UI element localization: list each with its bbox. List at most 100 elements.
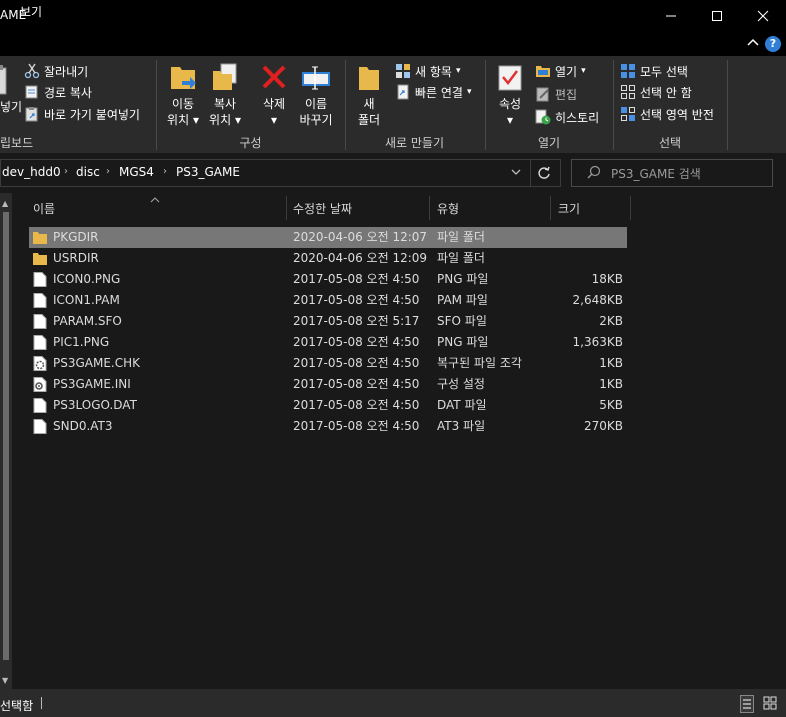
column-divider[interactable]: [550, 196, 551, 220]
file-date: 2017-05-08 오전 4:50: [293, 335, 420, 349]
file-size: 1KB: [599, 356, 623, 370]
new-folder-button[interactable]: 새 폴더: [352, 60, 386, 128]
select-all-button[interactable]: 모두 선택: [620, 61, 688, 81]
help-icon[interactable]: ?: [765, 36, 781, 52]
move-to-label-1: 이동: [171, 97, 195, 111]
file-row[interactable]: USRDIR 2020-04-06 오전 12:09 파일 폴더: [29, 248, 627, 269]
copy-to-label-1: 복사: [213, 97, 237, 111]
scroll-down-icon[interactable]: ▼: [2, 676, 8, 685]
file-row[interactable]: SND0.AT3 2017-05-08 오전 4:50 AT3 파일 270KB: [29, 416, 627, 437]
column-header-type[interactable]: 유형: [437, 196, 547, 220]
paste-shortcut-button[interactable]: 바로 가기 붙여넣기: [24, 104, 140, 124]
breadcrumb-disc[interactable]: disc: [76, 165, 100, 179]
file-row[interactable]: PS3GAME.CHK 2017-05-08 오전 4:50 복구된 파일 조각 1K…: [29, 353, 627, 374]
new-item-label: 새 항목: [415, 64, 452, 79]
new-item-button[interactable]: 새 항목 ▾: [395, 61, 460, 81]
paste-button-label[interactable]: 넣기: [0, 98, 22, 115]
copy-to-icon: [209, 60, 241, 94]
breadcrumb-dev-hdd0[interactable]: dev_hdd0: [2, 165, 61, 179]
organize-group-label: 구성: [239, 136, 262, 150]
history-button[interactable]: 히스토리: [535, 107, 599, 127]
file-row[interactable]: PARAM.SFO 2017-05-08 오전 5:17 SFO 파일 2KB: [29, 311, 627, 332]
file-name: PS3LOGO.DAT: [53, 398, 137, 412]
invert-selection-button[interactable]: 선택 영역 반전: [620, 104, 714, 124]
file-name: ICON1.PAM: [53, 293, 120, 307]
copy-path-button[interactable]: 경로 복사: [24, 82, 92, 102]
address-dropdown-button[interactable]: [510, 166, 522, 180]
file-size: 2KB: [599, 314, 623, 328]
minimize-button[interactable]: [648, 0, 694, 32]
search-placeholder: PS3_GAME 검색: [611, 167, 701, 181]
file-type: PAM 파일: [437, 293, 488, 307]
ribbon-separator: [727, 60, 728, 150]
properties-button[interactable]: 속성 ▾: [493, 60, 527, 128]
column-divider[interactable]: [286, 196, 287, 220]
new-folder-label-2: 폴더: [357, 113, 381, 127]
new-item-icon: [395, 63, 411, 79]
file-type: PNG 파일: [437, 335, 489, 349]
copy-to-button[interactable]: 복사 위치 ▾: [205, 60, 245, 128]
file-type: PNG 파일: [437, 272, 489, 286]
file-name: ICON0.PNG: [53, 272, 121, 286]
file-row[interactable]: PKGDIR 2020-04-06 오전 12:07 파일 폴더: [29, 227, 627, 248]
details-view-button[interactable]: [740, 695, 754, 713]
large-icons-view-icon: [763, 696, 777, 710]
refresh-button[interactable]: [537, 165, 551, 184]
open-button[interactable]: 열기 ▾: [535, 61, 586, 81]
ribbon-separator: [345, 60, 346, 150]
breadcrumb-separator-icon[interactable]: ›: [106, 166, 110, 177]
maximize-icon: [712, 11, 722, 21]
scroll-up-icon[interactable]: ▲: [2, 199, 8, 208]
column-divider[interactable]: [429, 196, 430, 220]
breadcrumb-mgs4[interactable]: MGS4: [119, 165, 154, 179]
file-date: 2017-05-08 오전 4:50: [293, 293, 420, 307]
collapse-ribbon-button[interactable]: [747, 37, 759, 50]
rename-button[interactable]: 이름 바꾸기: [296, 60, 336, 128]
folder-icon: [33, 251, 47, 266]
search-icon: [587, 165, 601, 182]
history-icon: [535, 109, 551, 125]
file-date: 2020-04-06 오전 12:09: [293, 251, 428, 265]
file-icon: [33, 272, 47, 287]
select-all-icon: [620, 63, 636, 79]
tab-view[interactable]: 보기: [20, 3, 42, 20]
file-row[interactable]: PS3GAME.INI 2017-05-08 오전 4:50 구성 설정 1KB: [29, 374, 627, 395]
nav-pane-scrollbar-thumb[interactable]: [3, 212, 9, 660]
easy-access-icon: [395, 84, 411, 100]
history-label: 히스토리: [555, 110, 600, 125]
edit-button[interactable]: 편집: [535, 84, 577, 104]
select-none-icon: [620, 84, 636, 100]
copy-path-label: 경로 복사: [44, 85, 92, 100]
column-header-date[interactable]: 수정한 날짜: [293, 196, 423, 220]
paste-icon[interactable]: [0, 64, 8, 96]
move-to-icon: [167, 60, 199, 94]
delete-button[interactable]: 삭제 ▾: [254, 60, 294, 128]
breadcrumb-separator-icon[interactable]: ›: [163, 166, 167, 177]
cut-button[interactable]: 잘라내기: [24, 61, 88, 81]
file-row[interactable]: ICON1.PAM 2017-05-08 오전 4:50 PAM 파일 2,648KB: [29, 290, 627, 311]
move-to-button[interactable]: 이동 위치 ▾: [163, 60, 203, 128]
easy-access-button[interactable]: 빠른 연결 ▾: [395, 82, 472, 102]
delete-x-icon: [258, 60, 290, 94]
maximize-button[interactable]: [694, 0, 740, 32]
edit-icon: [535, 86, 551, 102]
chevron-up-icon: [747, 38, 759, 46]
file-date: 2017-05-08 오전 4:50: [293, 356, 420, 370]
file-row[interactable]: ICON0.PNG 2017-05-08 오전 4:50 PNG 파일 18KB: [29, 269, 627, 290]
easy-access-label: 빠른 연결: [415, 85, 463, 100]
file-row[interactable]: PIC1.PNG 2017-05-08 오전 4:50 PNG 파일 1,363KB: [29, 332, 627, 353]
paste-shortcut-icon: [24, 106, 40, 122]
column-divider[interactable]: [630, 196, 631, 220]
file-row[interactable]: PS3LOGO.DAT 2017-05-08 오전 4:50 DAT 파일 5KB: [29, 395, 627, 416]
file-date: 2017-05-08 오전 4:50: [293, 377, 420, 391]
scissors-icon: [24, 63, 40, 79]
select-none-button[interactable]: 선택 안 함: [620, 82, 692, 102]
open-folder-icon: [535, 63, 551, 79]
close-button[interactable]: [740, 0, 786, 32]
breadcrumb-separator-icon[interactable]: ›: [64, 166, 68, 177]
large-icons-view-button[interactable]: [762, 695, 778, 713]
file-icon: [33, 419, 47, 434]
column-header-size[interactable]: 크기: [558, 196, 628, 220]
breadcrumb-ps3-game[interactable]: PS3_GAME: [176, 165, 240, 179]
file-size: 5KB: [599, 398, 623, 412]
